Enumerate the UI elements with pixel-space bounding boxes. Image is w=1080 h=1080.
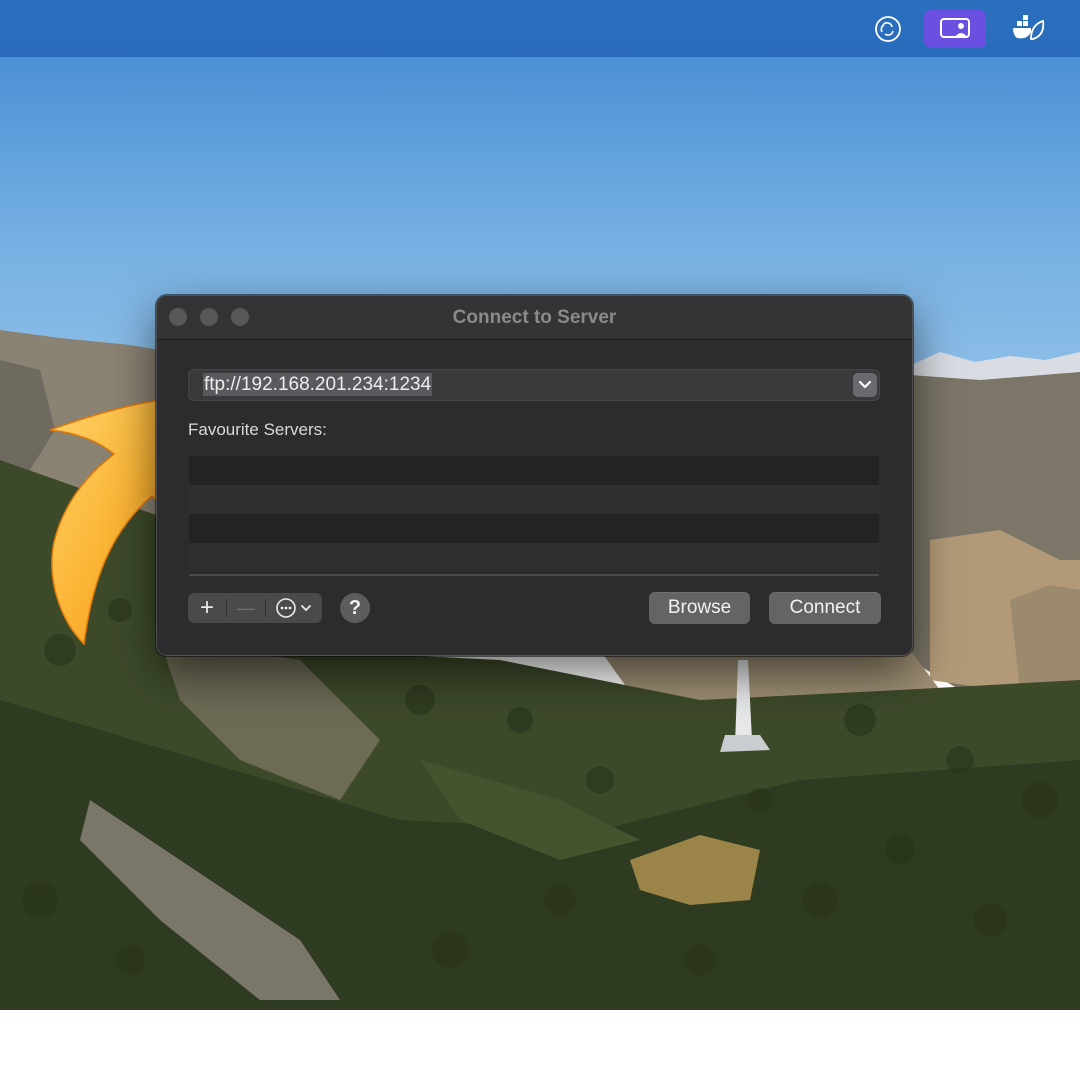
plus-icon: + [199,594,214,621]
chevron-down-icon [858,380,872,389]
favourite-servers-label: Favourite Servers: [188,420,327,439]
recent-servers-dropdown-button[interactable] [853,373,877,397]
obs-studio-icon[interactable] [870,10,906,48]
list-item[interactable] [189,514,879,543]
favourite-servers-list[interactable] [189,456,879,576]
connect-button[interactable]: Connect [769,592,881,624]
list-item[interactable] [189,456,879,485]
browse-button[interactable]: Browse [649,592,750,624]
dialog-title: Connect to Server [452,307,617,328]
connect-to-server-dialog: Connect to Server ftp://192.168.201.234:… [156,295,913,656]
add-favourite-button[interactable]: + [188,593,226,623]
list-item[interactable] [189,485,879,514]
list-bottom-edge [189,574,879,576]
remove-favourite-button[interactable]: — [227,593,265,623]
minus-icon: — [237,597,255,618]
server-address-value: ftp://192.168.201.234:1234 [203,373,433,396]
ellipsis-circle-icon [276,598,296,618]
menu-bar [0,0,1080,57]
docker-leaf-icon[interactable] [1008,10,1048,48]
more-actions-menu-button[interactable] [266,593,321,623]
list-item[interactable] [189,543,879,572]
screen-sharing-icon[interactable] [924,10,986,48]
server-address-field[interactable]: ftp://192.168.201.234:1234 [188,369,880,401]
server-address-input[interactable]: ftp://192.168.201.234:1234 [203,369,433,401]
help-button[interactable]: ? [340,593,370,623]
title-bar: Connect to Server [157,296,912,340]
chevron-down-icon [301,605,311,612]
favourites-toolbar: + — [188,593,322,623]
